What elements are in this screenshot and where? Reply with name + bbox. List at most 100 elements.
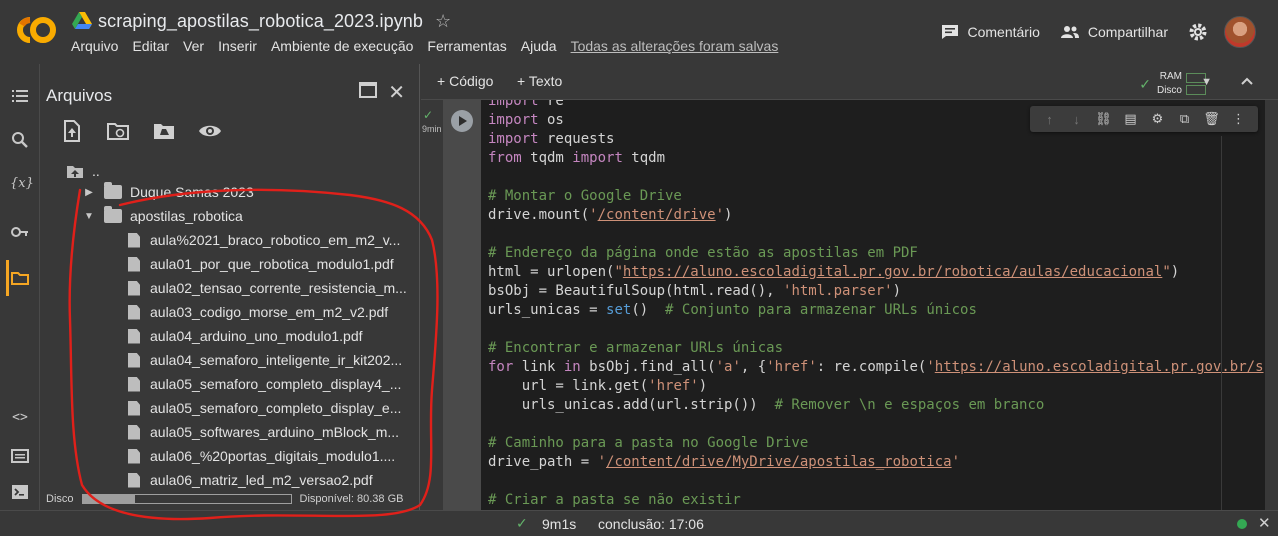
folder-icon[interactable] [10,268,30,288]
menu-editar[interactable]: Editar [132,38,169,54]
file-name: aula03_codigo_morse_em_m2_v2.pdf [150,304,389,320]
files-panel: Arquivos ✕ .. ▶ Duque Samas 2023 ▼ apost… [40,64,420,510]
file-item[interactable]: aula04_semaforo_inteligente_ir_kit202... [128,349,402,371]
variables-icon[interactable]: {x} [10,176,34,196]
file-item[interactable]: aula05_softwares_arduino_mBlock_m... [128,421,399,443]
menu-ver[interactable]: Ver [183,38,204,54]
file-icon [128,328,140,344]
comment-button[interactable]: Comentário [941,24,1040,40]
file-icon [128,304,140,320]
menu-arquivo[interactable]: Arquivo [71,38,118,54]
add-text-label: Texto [528,73,563,89]
file-icon [128,280,140,296]
files-toolbar [60,120,244,142]
file-item[interactable]: aula06_matriz_led_m2_versao2.pdf [128,469,373,491]
key-icon[interactable] [10,222,30,242]
cell-executed-check-icon: ✓ [423,108,434,122]
folder-icon [104,206,122,223]
code-snippets-icon[interactable]: <> [10,410,30,430]
file-item[interactable]: aula02_tensao_corrente_resistencia_m... [128,277,407,299]
open-in-window-icon[interactable] [359,82,377,98]
upload-file-icon[interactable] [60,120,84,142]
mirror-cell-icon[interactable]: ⧉ [1171,111,1198,127]
folder-name: apostilas_robotica [130,208,243,224]
file-name: aula%2021_braco_robotico_em_m2_v... [150,232,401,248]
notebook-title[interactable]: scraping_apostilas_robotica_2023.ipynb [98,11,423,32]
menu-inserir[interactable]: Inserir [218,38,257,54]
cell-run-area [443,100,481,510]
menu-ajuda[interactable]: Ajuda [521,38,557,54]
folder-up-icon [67,166,83,178]
file-icon [128,256,140,272]
show-hidden-files-icon[interactable] [198,120,222,142]
file-item[interactable]: aula01_por_que_robotica_modulo1.pdf [128,253,394,275]
comment-icon [942,25,959,39]
notebook-editor: + Código + Texto ✓ RAM Disco ▼ ✓ 9min im… [421,64,1278,510]
file-name: aula06_%20portas_digitais_modulo1.... [150,448,396,464]
file-icon [128,352,140,368]
share-button[interactable]: Compartilhar [1060,24,1168,40]
disk-label: Disco [46,493,74,505]
chevron-down-icon[interactable]: ▼ [82,211,96,222]
side-rail: {x} <> [0,64,40,510]
move-up-icon[interactable]: ↑ [1036,112,1063,127]
delete-icon[interactable]: 🗑 [1198,111,1225,127]
save-status-link[interactable]: Todas as alterações foram salvas [571,38,779,54]
file-item[interactable]: aula%2021_braco_robotico_em_m2_v... [128,229,400,251]
folder-item[interactable]: ▶ Duque Samas 2023 [82,181,254,203]
editor-scrollbar[interactable] [1266,100,1278,510]
app-header: scraping_apostilas_robotica_2023.ipynb ☆… [0,0,1278,64]
mount-drive-icon[interactable] [152,120,176,142]
file-item[interactable]: aula06_%20portas_digitais_modulo1.... [128,445,395,467]
file-icon [128,448,140,464]
add-code-button[interactable]: + Código [437,73,493,89]
files-panel-title: Arquivos [46,86,113,105]
more-options-icon[interactable]: ⋮ [1225,111,1252,127]
file-name: aula01_por_que_robotica_modulo1.pdf [150,256,394,272]
refresh-folder-icon[interactable] [106,120,130,142]
file-item[interactable]: aula05_semaforo_completo_display4_... [128,373,401,395]
add-text-button[interactable]: + Texto [517,73,562,89]
menu-ferramentas[interactable]: Ferramentas [427,38,506,54]
file-item[interactable]: aula05_semaforo_completo_display_e... [128,397,401,419]
code-content[interactable]: import re import os import requests from… [488,100,1264,510]
cell-settings-icon[interactable]: ⚙ [1144,111,1171,127]
link-icon[interactable]: ⛓ [1090,111,1117,127]
comment-cell-icon[interactable]: ▤ [1117,111,1144,127]
search-icon[interactable] [10,130,30,150]
close-status-icon[interactable]: ✕ [1258,514,1271,532]
settings-gear-icon[interactable] [1188,22,1208,42]
menu-ambiente[interactable]: Ambiente de execução [271,38,413,54]
cell-toolbar: ↑ ↓ ⛓ ▤ ⚙ ⧉ 🗑 ⋮ [1030,106,1258,132]
close-icon[interactable]: ✕ [388,80,405,105]
runtime-dropdown-icon[interactable]: ▼ [1201,76,1212,88]
file-item[interactable]: aula03_codigo_morse_em_m2_v2.pdf [128,301,388,323]
connected-check-icon: ✓ [1139,75,1151,92]
run-cell-button[interactable] [451,110,473,132]
ram-label: RAM [1159,71,1182,82]
chevron-right-icon[interactable]: ▶ [82,187,96,198]
code-editor[interactable]: import re import os import requests from… [481,100,1265,510]
command-palette-icon[interactable] [10,446,30,466]
status-check-icon: ✓ [516,515,528,531]
file-icon [128,400,140,416]
status-completion: conclusão: 17:06 [598,516,704,532]
colab-logo[interactable] [12,12,58,48]
star-icon[interactable]: ☆ [435,11,451,32]
resource-monitor[interactable]: ✓ RAM Disco [1139,70,1206,98]
user-avatar[interactable] [1224,16,1256,48]
share-label: Compartilhar [1087,24,1168,40]
table-of-contents-icon[interactable] [10,86,30,106]
resource-labels: RAM Disco [1157,70,1182,98]
status-exec-time: 9m1s [542,516,577,532]
move-down-icon[interactable]: ↓ [1063,112,1090,127]
terminal-icon[interactable] [10,482,30,502]
file-item[interactable]: aula04_arduino_uno_modulo1.pdf [128,325,363,347]
collapse-chevron-icon[interactable] [1240,74,1254,88]
folder-item[interactable]: ▼ apostilas_robotica [82,205,243,227]
add-code-label: Código [449,73,494,89]
ruler-line [1221,136,1222,510]
parent-directory[interactable]: .. [66,160,100,182]
people-icon [1060,26,1079,38]
connection-status-dot [1237,519,1247,529]
